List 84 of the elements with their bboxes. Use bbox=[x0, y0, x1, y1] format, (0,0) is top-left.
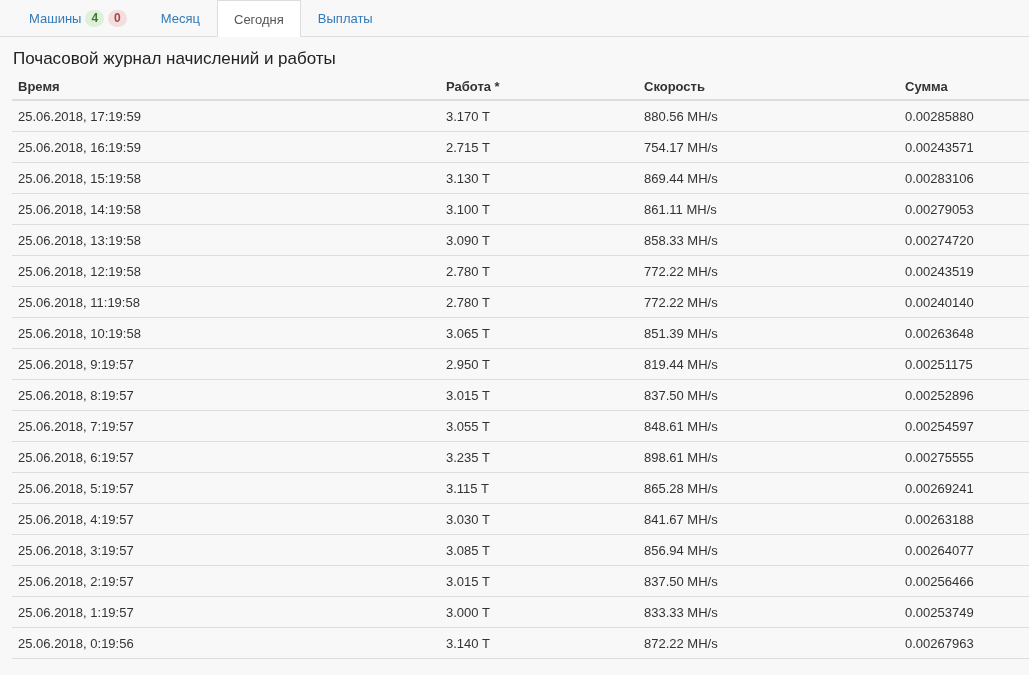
table-cell: 856.94 MH/s bbox=[638, 534, 899, 566]
table-cell: 858.33 MH/s bbox=[638, 224, 899, 256]
table-cell: 3.170 T bbox=[440, 100, 638, 132]
table-cell: 25.06.2018, 1:19:57 bbox=[12, 596, 440, 628]
table-cell: 3.235 T bbox=[440, 441, 638, 473]
table-cell: 837.50 MH/s bbox=[638, 379, 899, 411]
table-cell: 25.06.2018, 11:19:58 bbox=[12, 286, 440, 318]
table-cell: 872.22 MH/s bbox=[638, 627, 899, 659]
table-cell: 0.00256466 bbox=[899, 565, 1029, 597]
table-cell: 0.00254597 bbox=[899, 410, 1029, 442]
table-cell: 3.100 T bbox=[440, 193, 638, 225]
table-cell: 3.015 T bbox=[440, 379, 638, 411]
table-cell: 25.06.2018, 0:19:56 bbox=[12, 627, 440, 659]
table-cell: 25.06.2018, 7:19:57 bbox=[12, 410, 440, 442]
table-cell: 25.06.2018, 10:19:58 bbox=[12, 317, 440, 349]
table-cell: 772.22 MH/s bbox=[638, 286, 899, 318]
table-cell: 3.030 T bbox=[440, 503, 638, 535]
column-header: Работа * bbox=[440, 73, 638, 100]
table-cell: 25.06.2018, 5:19:57 bbox=[12, 472, 440, 504]
tab[interactable]: Сегодня bbox=[217, 0, 301, 37]
table-cell: 2.715 T bbox=[440, 131, 638, 163]
table-cell: 754.17 MH/s bbox=[638, 131, 899, 163]
table-cell: 0.00240140 bbox=[899, 286, 1029, 318]
table-cell: 898.61 MH/s bbox=[638, 441, 899, 473]
table-cell: 3.115 T bbox=[440, 472, 638, 504]
table-cell: 3.000 T bbox=[440, 596, 638, 628]
table-cell: 833.33 MH/s bbox=[638, 596, 899, 628]
table-cell: 0.00269241 bbox=[899, 472, 1029, 504]
table-cell: 3.085 T bbox=[440, 534, 638, 566]
table-cell: 25.06.2018, 12:19:58 bbox=[12, 255, 440, 287]
table-cell: 0.00274720 bbox=[899, 224, 1029, 256]
table-cell: 25.06.2018, 6:19:57 bbox=[12, 441, 440, 473]
table-cell: 3.055 T bbox=[440, 410, 638, 442]
tab[interactable]: Выплаты bbox=[300, 0, 390, 36]
table-cell: 0.00267963 bbox=[899, 627, 1029, 659]
table-cell: 0.00252896 bbox=[899, 379, 1029, 411]
table-cell: 25.06.2018, 14:19:58 bbox=[12, 193, 440, 225]
table-cell: 3.065 T bbox=[440, 317, 638, 349]
table-cell: 772.22 MH/s bbox=[638, 255, 899, 287]
tab[interactable]: Месяц bbox=[143, 0, 217, 36]
table-cell: 865.28 MH/s bbox=[638, 472, 899, 504]
column-header: Скорость bbox=[638, 73, 899, 100]
table-cell: 25.06.2018, 13:19:58 bbox=[12, 224, 440, 256]
table-cell: 3.090 T bbox=[440, 224, 638, 256]
table-cell: 0.00253749 bbox=[899, 596, 1029, 628]
table-cell: 0.00275555 bbox=[899, 441, 1029, 473]
count-badge: 0 bbox=[108, 10, 127, 27]
table-cell: 25.06.2018, 3:19:57 bbox=[12, 534, 440, 566]
table-cell: 0.00279053 bbox=[899, 193, 1029, 225]
table-cell: 0.00243571 bbox=[899, 131, 1029, 163]
table-cell: 0.00264077 bbox=[899, 534, 1029, 566]
table-cell: 25.06.2018, 16:19:59 bbox=[12, 131, 440, 163]
table-cell: 0.00251175 bbox=[899, 348, 1029, 380]
section-title: Почасовой журнал начислений и работы bbox=[13, 48, 337, 70]
table-cell: 25.06.2018, 9:19:57 bbox=[12, 348, 440, 380]
table-cell: 841.67 MH/s bbox=[638, 503, 899, 535]
table-cell: 0.00263648 bbox=[899, 317, 1029, 349]
table-cell: 0.00285880 bbox=[899, 100, 1029, 132]
table-cell: 2.780 T bbox=[440, 255, 638, 287]
table-cell: 851.39 MH/s bbox=[638, 317, 899, 349]
table-cell: 3.140 T bbox=[440, 627, 638, 659]
table-cell: 861.11 MH/s bbox=[638, 193, 899, 225]
table-cell: 880.56 MH/s bbox=[638, 100, 899, 132]
table-cell: 25.06.2018, 15:19:58 bbox=[12, 162, 440, 194]
table-cell: 25.06.2018, 4:19:57 bbox=[12, 503, 440, 535]
table-cell: 25.06.2018, 2:19:57 bbox=[12, 565, 440, 597]
table-cell: 0.00283106 bbox=[899, 162, 1029, 194]
table-cell: 869.44 MH/s bbox=[638, 162, 899, 194]
table-cell: 819.44 MH/s bbox=[638, 348, 899, 380]
table-cell: 2.950 T bbox=[440, 348, 638, 380]
column-header: Сумма bbox=[899, 73, 1029, 100]
table-cell: 25.06.2018, 17:19:59 bbox=[12, 100, 440, 132]
table-cell: 25.06.2018, 8:19:57 bbox=[12, 379, 440, 411]
table-cell: 837.50 MH/s bbox=[638, 565, 899, 597]
count-badge: 4 bbox=[85, 10, 105, 27]
tab[interactable]: Машины 4 0 bbox=[12, 0, 144, 36]
column-header: Время bbox=[12, 73, 440, 100]
table-cell: 2.780 T bbox=[440, 286, 638, 318]
table-cell: 848.61 MH/s bbox=[638, 410, 899, 442]
tab-label: Машины bbox=[29, 11, 82, 26]
table-cell: 3.015 T bbox=[440, 565, 638, 597]
table-cell: 3.130 T bbox=[440, 162, 638, 194]
table-cell: 0.00263188 bbox=[899, 503, 1029, 535]
table-cell: 0.00243519 bbox=[899, 255, 1029, 287]
